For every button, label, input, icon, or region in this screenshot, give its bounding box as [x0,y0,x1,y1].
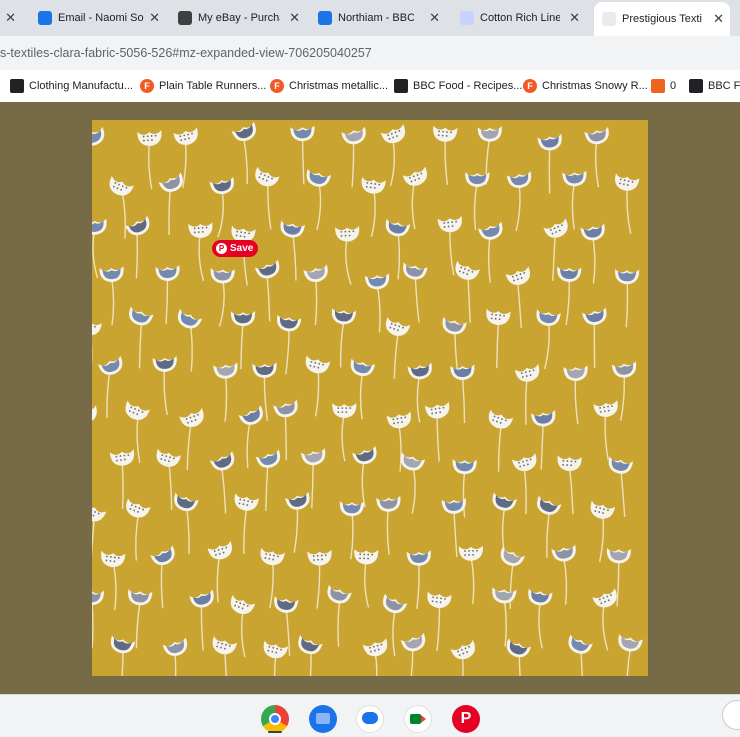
bookmark-label: Christmas Snowy R... [542,80,648,92]
home-icon [602,12,616,26]
messages-icon[interactable] [356,705,384,733]
bookmark-label: Christmas metallic... [289,80,388,92]
tab-title: Prestigious Texti [622,13,702,25]
close-icon[interactable]: ✕ [429,10,440,26]
save-label: Save [230,243,253,254]
tab-title: My eBay - Purcha [198,12,280,24]
pinterest-save-button[interactable]: P Save [212,240,258,257]
tab-bbc-weather[interactable]: Northiam - BBC W ✕ [314,4,446,32]
fabric-image[interactable] [92,120,648,676]
f-logo-icon: F [270,79,284,93]
close-icon[interactable]: ✕ [149,10,160,26]
tab-email[interactable]: Email - Naomi So ✕ [34,4,166,32]
bookmark-clothing[interactable]: Clothing Manufactu... [10,78,133,94]
tab-prestigious-textiles[interactable]: Prestigious Texti ✕ [594,2,730,36]
tab-partial[interactable]: ✕ [0,4,24,32]
chrome-icon[interactable] [261,705,289,733]
tab-title: Email - Naomi So [58,12,144,24]
etsy-icon [651,79,665,93]
bookmark-christmas-snowy[interactable]: F Christmas Snowy R... [523,78,648,94]
mountain-icon [10,79,24,93]
bookmark-etsy[interactable]: 0 [651,78,676,94]
bookmark-label: BBC Food - Recipes... [413,80,522,92]
files-icon[interactable] [309,705,337,733]
bookmarks-bar: Clothing Manufactu... F Plain Table Runn… [0,70,740,103]
bookmark-table-runners[interactable]: F Plain Table Runners... [140,78,266,94]
close-icon[interactable]: ✕ [289,10,300,26]
url-text[interactable]: s-textiles-clara-fabric-5056-526#mz-expa… [0,46,372,60]
tab-ebay[interactable]: My eBay - Purcha ✕ [174,4,306,32]
bookmark-bbc-food[interactable]: BBC Food - Recipes... [394,78,522,94]
active-app-indicator [268,731,282,733]
bookmark-bbc-food-2[interactable]: BBC Fo [689,78,740,94]
fabric-icon [460,11,474,25]
close-icon[interactable]: ✕ [5,10,16,26]
address-bar[interactable]: s-textiles-clara-fabric-5056-526#mz-expa… [0,36,740,71]
bookmark-label: 0 [670,80,676,92]
close-icon[interactable]: ✕ [713,11,724,27]
tab-title: Northiam - BBC W [338,12,414,24]
tab-title: Cotton Rich Linen [480,12,560,24]
bbc-icon [689,79,703,93]
f-logo-icon: F [140,79,154,93]
meet-icon[interactable] [404,705,432,733]
outlook-icon [38,11,52,25]
f-logo-icon: F [523,79,537,93]
pinterest-icon: P [216,243,227,254]
weather-icon [318,11,332,25]
shopping-bag-icon [178,11,192,25]
bookmark-label: BBC Fo [708,80,740,92]
tab-cotton-linen[interactable]: Cotton Rich Linen ✕ [454,4,586,32]
tab-strip: ✕ Email - Naomi So ✕ My eBay - Purcha ✕ … [0,0,740,36]
bbc-icon [394,79,408,93]
bookmark-label: Plain Table Runners... [159,80,266,92]
bookmark-christmas-metallic[interactable]: F Christmas metallic... [270,78,388,94]
bookmark-label: Clothing Manufactu... [29,80,133,92]
close-icon[interactable]: ✕ [569,10,580,26]
pinterest-icon[interactable]: P [452,705,480,733]
